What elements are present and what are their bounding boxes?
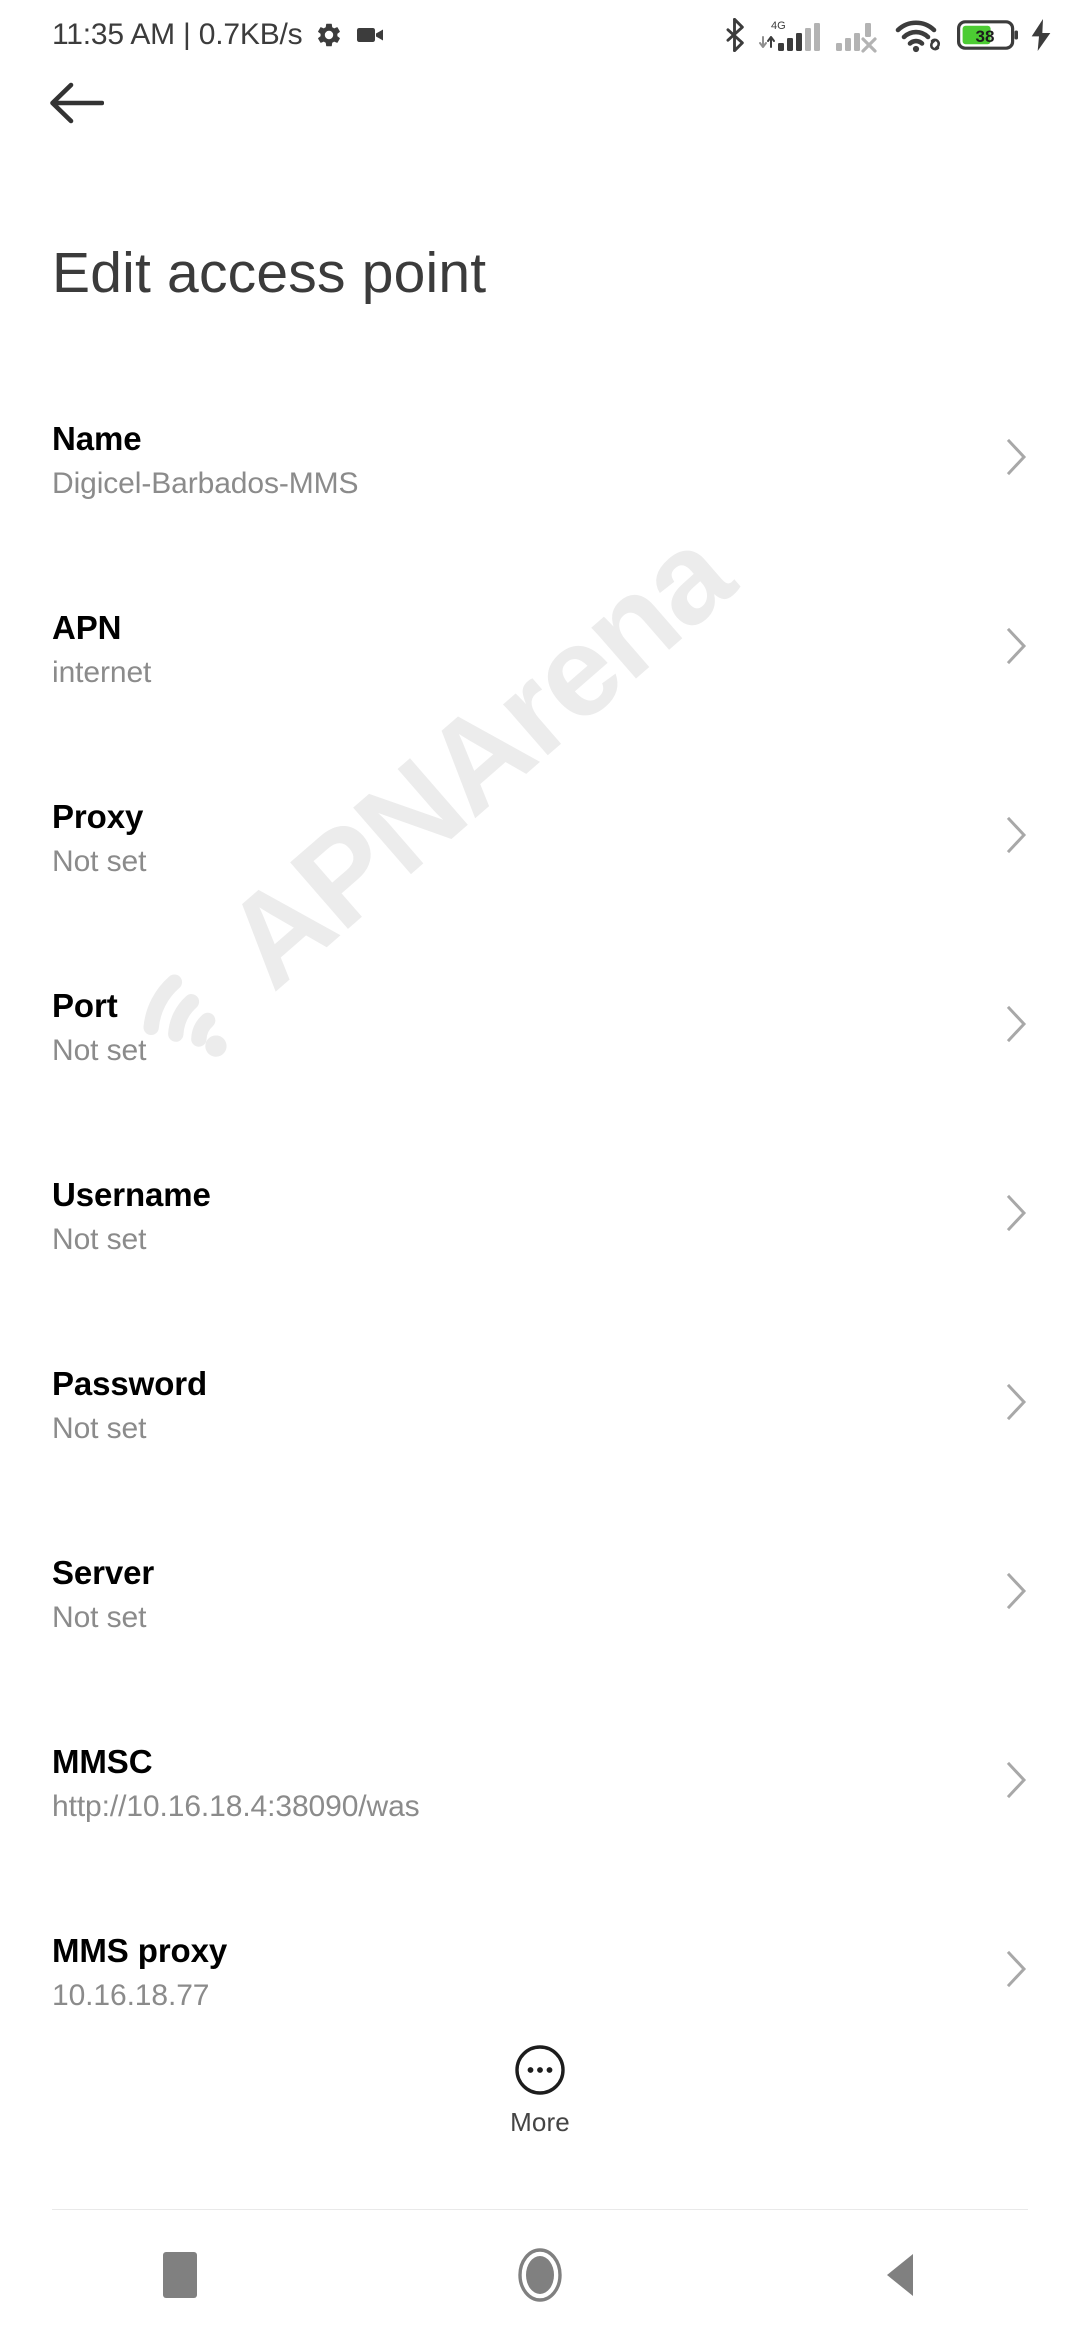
row-text: Name Digicel-Barbados-MMS [52,400,359,503]
page-title: Edit access point [52,241,487,305]
home-button[interactable] [360,2210,720,2340]
chevron-right-icon [1006,1534,1028,1615]
table-row[interactable]: Password Not set [0,1345,1080,1534]
status-bar-right: 4G 38 [722,17,1052,53]
more-button-label: More [510,2107,570,2137]
recents-button[interactable] [0,2210,360,2340]
row-text: MMSC http://10.16.18.4:38090/was [52,1723,420,1826]
row-value: 10.16.18.77 [52,1979,210,2013]
more-button[interactable]: More [0,2044,1080,2138]
status-bar-left: 11:35 AM | 0.7KB/s [52,18,386,52]
table-row[interactable]: Username Not set [0,1156,1080,1345]
row-text: APN internet [52,589,151,692]
chevron-right-icon [1006,589,1028,670]
home-circle-icon [518,2248,562,2302]
status-bar: 11:35 AM | 0.7KB/s 4G 38 [0,0,1080,70]
row-value: Digicel-Barbados-MMS [52,467,359,501]
signal-sim1-icon: 4G [759,20,820,51]
gear-icon [318,23,341,47]
chevron-right-icon [1006,1912,1028,1993]
row-title: Server [52,1554,155,1591]
wifi-icon [895,20,941,53]
row-value: Not set [52,1601,147,1635]
chevron-right-icon [1006,967,1028,1048]
status-clock: 11:35 AM | 0.7KB/s [52,18,303,51]
video-camera-icon [357,28,384,42]
row-title: MMS proxy [52,1932,228,1969]
table-row[interactable]: Proxy Not set [0,778,1080,967]
row-title: Username [52,1176,211,1213]
row-text: Server Not set [52,1534,154,1637]
row-title: Password [52,1365,208,1402]
row-value: internet [52,656,152,690]
battery-level-text: 38 [976,27,995,46]
bluetooth-icon [726,18,744,52]
row-title: MMSC [52,1743,153,1780]
more-dots-circle-icon [515,2045,565,2095]
back-button-nav[interactable] [720,2210,1080,2340]
row-text: Password Not set [52,1345,207,1448]
table-row[interactable]: Server Not set [0,1534,1080,1723]
chevron-right-icon [1006,400,1028,481]
row-value: http://10.16.18.4:38090/was [52,1790,420,1824]
table-row[interactable]: APN internet [0,589,1080,778]
signal-sim2-no-service-icon [836,23,877,53]
back-button[interactable] [38,64,116,142]
back-triangle-icon [887,2254,913,2296]
chevron-right-icon [1006,1345,1028,1426]
row-title: Port [52,987,118,1024]
row-value: Not set [52,1412,147,1446]
row-title: Proxy [52,798,144,835]
row-text: Port Not set [52,967,146,1070]
chevron-right-icon [1006,1723,1028,1804]
table-row[interactable]: Name Digicel-Barbados-MMS [0,400,1080,589]
row-value: Not set [52,1034,147,1068]
row-title: Name [52,420,142,457]
row-text: MMS proxy 10.16.18.77 [52,1912,227,2015]
battery-icon: 38 [957,20,1018,50]
back-arrow-icon [50,82,104,124]
apn-settings-list: Name Digicel-Barbados-MMS APN internet P… [0,400,1080,2101]
row-value: Not set [52,845,147,879]
charging-bolt-icon [1031,19,1051,51]
chevron-right-icon [1006,778,1028,859]
navigation-bar [0,2210,1080,2340]
chevron-right-icon [1006,1156,1028,1237]
table-row[interactable]: Port Not set [0,967,1080,1156]
table-row[interactable]: MMSC http://10.16.18.4:38090/was [0,1723,1080,1912]
recents-square-icon [163,2252,197,2298]
svg-text:4G: 4G [771,20,786,32]
row-title: APN [52,609,122,646]
row-value: Not set [52,1223,147,1257]
row-text: Username Not set [52,1156,211,1259]
row-text: Proxy Not set [52,778,146,881]
vpn-link-icon [929,38,941,51]
